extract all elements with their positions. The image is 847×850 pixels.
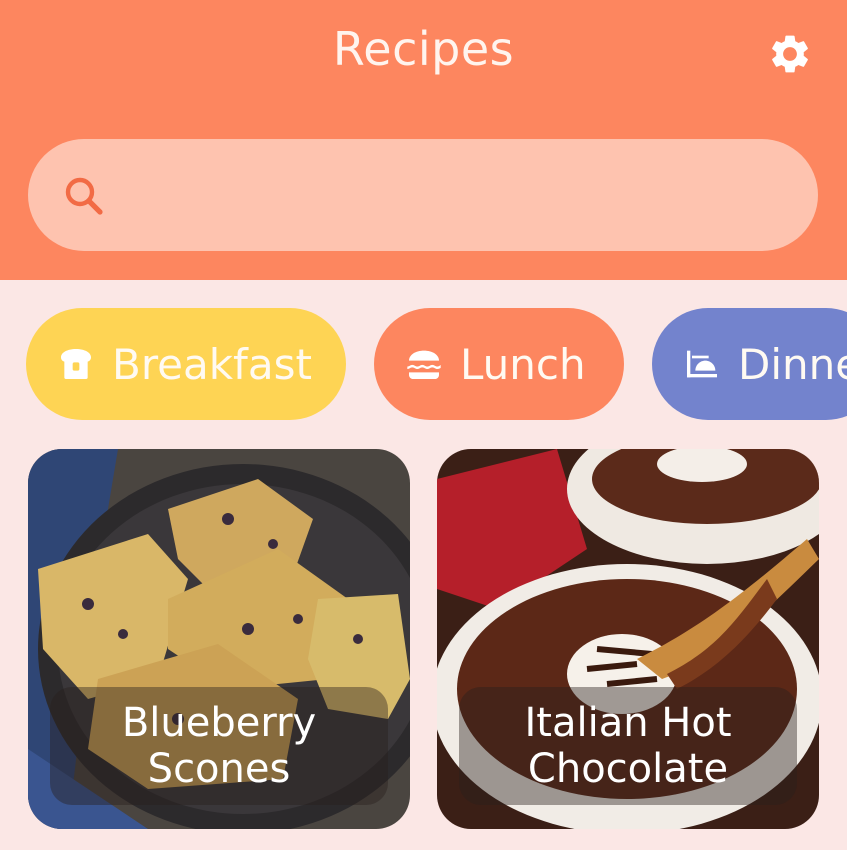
search-input[interactable] bbox=[128, 139, 782, 253]
recipe-title: Italian Hot Chocolate bbox=[459, 687, 797, 805]
recipe-card-italian-hot-chocolate[interactable]: Italian Hot Chocolate bbox=[437, 449, 819, 829]
search-icon bbox=[65, 177, 103, 215]
burger-icon bbox=[407, 350, 441, 379]
gear-icon bbox=[772, 35, 808, 73]
recipe-card-blueberry-scones[interactable]: Blueberry Scones bbox=[28, 449, 410, 829]
toast-icon bbox=[61, 349, 91, 379]
category-chip-lunch[interactable]: Lunch bbox=[374, 308, 624, 420]
app-header: Recipes bbox=[0, 0, 847, 280]
category-chip-dinner[interactable]: Dinne bbox=[652, 308, 847, 420]
dinner-icon bbox=[687, 350, 717, 378]
search-bar[interactable] bbox=[28, 139, 818, 253]
category-chip-breakfast[interactable]: Breakfast bbox=[26, 308, 346, 420]
category-label: Dinne bbox=[738, 339, 847, 389]
recipe-title: Blueberry Scones bbox=[50, 687, 388, 805]
category-label: Breakfast bbox=[112, 339, 312, 389]
settings-button[interactable] bbox=[764, 28, 816, 80]
category-label: Lunch bbox=[460, 339, 586, 389]
page-title: Recipes bbox=[332, 22, 515, 76]
